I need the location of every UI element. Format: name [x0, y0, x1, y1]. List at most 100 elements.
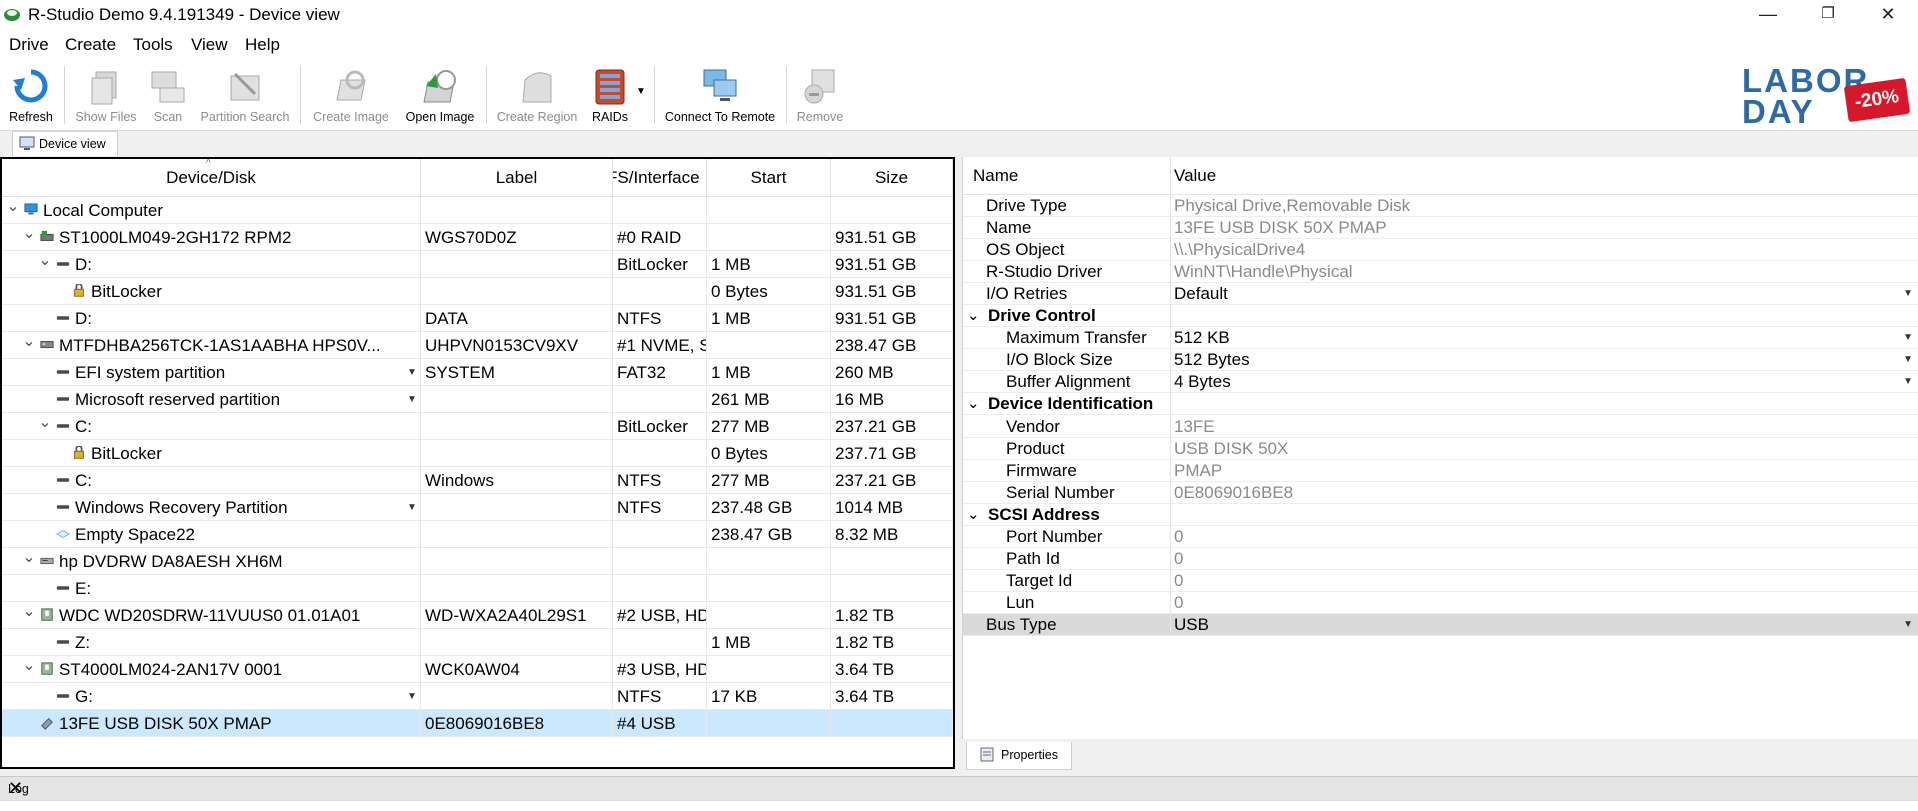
open-image-button[interactable]: Open Image	[400, 64, 480, 126]
expand-chevron-icon[interactable]: ⌄	[967, 393, 980, 415]
remove-button[interactable]: Remove	[792, 64, 848, 126]
tree-row-bitlocker[interactable]: BitLocker 0 Bytes 237.71 GB	[2, 440, 953, 467]
row-dropdown-arrow-icon[interactable]: ▼	[407, 494, 417, 521]
property-row-name[interactable]: Name 13FE USB DISK 50X PMAP	[963, 217, 1918, 240]
maximize-button[interactable]: ❐	[1800, 0, 1856, 30]
tree-row-local-computer[interactable]: ⌄ Local Computer	[2, 197, 953, 224]
close-button[interactable]: ✕	[1860, 0, 1916, 30]
property-group-device-identification[interactable]: ⌄ Device Identification	[963, 393, 1918, 416]
log-close-button[interactable]: ✕	[8, 778, 1910, 799]
menu-view[interactable]: View	[191, 35, 228, 55]
expand-chevron-icon[interactable]: ⌄	[967, 305, 980, 327]
expand-chevron-icon[interactable]: ⌄	[22, 224, 36, 251]
row-dropdown-arrow-icon[interactable]: ▼	[407, 386, 417, 413]
row-dropdown-arrow-icon[interactable]: ▼	[407, 359, 417, 386]
property-row-vendor[interactable]: Vendor 13FE	[963, 415, 1918, 438]
value-dropdown-arrow-icon[interactable]: ▼	[1903, 327, 1913, 349]
column-header-name[interactable]: Name	[973, 157, 1018, 195]
row-dropdown-arrow-icon[interactable]: ▼	[407, 683, 417, 710]
property-row-os-object[interactable]: OS Object \\.\PhysicalDrive4	[963, 239, 1918, 262]
menu-create[interactable]: Create	[65, 35, 116, 55]
value-dropdown-arrow-icon[interactable]: ▼	[1903, 283, 1913, 305]
property-row-maximum-transfer[interactable]: Maximum Transfer 512 KB ▼	[963, 327, 1918, 350]
raids-dropdown-arrow[interactable]: ▼	[636, 86, 646, 97]
property-row-path-id[interactable]: Path Id 0	[963, 547, 1918, 570]
raids-button[interactable]: RAIDs	[586, 64, 634, 126]
property-row-target-id[interactable]: Target Id 0	[963, 569, 1918, 592]
property-value: 0	[1174, 548, 1184, 568]
partition-search-button[interactable]: Partition Search	[196, 64, 294, 126]
column-header-start[interactable]: Start	[707, 159, 831, 197]
property-value[interactable]: Default	[1174, 283, 1228, 305]
expand-chevron-icon[interactable]: ⌄	[967, 504, 980, 526]
tree-row-c[interactable]: ⌄ C: BitLocker 277 MB 237.21 GB	[2, 413, 953, 440]
value-dropdown-arrow-icon[interactable]: ▼	[1903, 614, 1913, 636]
tab-device-view[interactable]: Device view	[12, 131, 118, 156]
property-value[interactable]: 4 Bytes	[1174, 371, 1231, 393]
tab-properties[interactable]: Properties	[966, 742, 1072, 770]
scan-button[interactable]: Scan	[146, 64, 190, 126]
tree-row-microsoft-reserved-partition[interactable]: Microsoft reserved partition ▼ 261 MB 16 MB	[2, 386, 953, 413]
expand-chevron-icon[interactable]: ⌄	[22, 656, 36, 683]
menu-drive[interactable]: Drive	[9, 35, 49, 55]
tree-row-hp-dvdrw-da8aesh-xh6m[interactable]: ⌄ hp DVDRW DA8AESH XH6M	[2, 548, 953, 575]
property-value[interactable]: USB	[1174, 614, 1209, 636]
column-header-device[interactable]: Device/Disk ^	[2, 159, 421, 197]
value-dropdown-arrow-icon[interactable]: ▼	[1903, 371, 1913, 393]
property-row-serial-number[interactable]: Serial Number 0E8069016BE8	[963, 481, 1918, 504]
menu-tools[interactable]: Tools	[133, 35, 173, 55]
minimize-button[interactable]: —	[1740, 0, 1796, 30]
tree-row-z[interactable]: Z: 1 MB 1.82 TB	[2, 629, 953, 656]
property-row-bus-type[interactable]: Bus Type USB ▼	[963, 613, 1918, 636]
tree-row-efi-system-partition[interactable]: EFI system partition ▼ SYSTEM FAT32 1 MB 260 …	[2, 359, 953, 386]
tree-row-g[interactable]: G: ▼ NTFS 17 KB 3.64 TB	[2, 683, 953, 710]
expand-chevron-icon[interactable]: ⌄	[22, 332, 36, 359]
tree-row-windows-recovery-partition[interactable]: Windows Recovery Partition ▼ NTFS 237.48 GB…	[2, 494, 953, 521]
property-value: 0	[1174, 526, 1184, 546]
expand-chevron-icon[interactable]: ⌄	[6, 197, 20, 224]
property-group-drive-control[interactable]: ⌄ Drive Control	[963, 305, 1918, 328]
fs-cell: BitLocker	[613, 413, 707, 440]
menu-help[interactable]: Help	[245, 35, 280, 55]
property-row-lun[interactable]: Lun 0	[963, 591, 1918, 614]
tree-row-d[interactable]: ⌄ D: BitLocker 1 MB 931.51 GB	[2, 251, 953, 278]
labor-day-promo[interactable]: LABOR DAY -20%	[1742, 64, 1912, 129]
property-row-i-o-retries[interactable]: I/O Retries Default ▼	[963, 283, 1918, 306]
expand-chevron-icon[interactable]: ⌄	[38, 413, 52, 440]
property-row-firmware[interactable]: Firmware PMAP	[963, 459, 1918, 482]
tree-row-st4000lm024-2an17v-0001[interactable]: ⌄ ST4000LM024-2AN17V 0001 WCK0AW04 #3 USB, …	[2, 656, 953, 683]
value-dropdown-arrow-icon[interactable]: ▼	[1903, 349, 1913, 371]
create-region-button[interactable]: Create Region	[492, 64, 582, 126]
column-header-value[interactable]: Value	[1174, 157, 1216, 195]
label-cell: SYSTEM	[421, 359, 613, 386]
property-row-i-o-block-size[interactable]: I/O Block Size 512 Bytes ▼	[963, 349, 1918, 372]
tree-row-d[interactable]: D: DATA NTFS 1 MB 931.51 GB	[2, 305, 953, 332]
property-value[interactable]: 512 Bytes	[1174, 349, 1250, 371]
tree-row-c[interactable]: C: Windows NTFS 277 MB 237.21 GB	[2, 467, 953, 494]
property-row-buffer-alignment[interactable]: Buffer Alignment 4 Bytes ▼	[963, 371, 1918, 394]
tree-row-e[interactable]: E:	[2, 575, 953, 602]
tree-row-bitlocker[interactable]: BitLocker 0 Bytes 931.51 GB	[2, 278, 953, 305]
tree-row-mtfdhba256tck-1as1aabha-hps0v[interactable]: ⌄ MTFDHBA256TCK-1AS1AABHA HPS0V... UHPVN01…	[2, 332, 953, 359]
tree-row-wdc-wd20sdrw-11vuus0-01-01a01[interactable]: ⌄ WDC WD20SDRW-11VUUS0 01.01A01 WD-WXA2A40…	[2, 602, 953, 629]
tree-row-empty-space22[interactable]: Empty Space22 238.47 GB 8.32 MB	[2, 521, 953, 548]
show-files-button[interactable]: Show Files	[70, 64, 142, 126]
tree-row-st1000lm049-2gh172-rpm2[interactable]: ⌄ ST1000LM049-2GH172 RPM2 WGS70D0Z #0 RAID 9…	[2, 224, 953, 251]
device-name: BitLocker	[91, 282, 162, 301]
refresh-button[interactable]: Refresh	[2, 64, 60, 126]
property-group-scsi-address[interactable]: ⌄ SCSI Address	[963, 503, 1918, 526]
expand-chevron-icon[interactable]: ⌄	[22, 548, 36, 575]
expand-chevron-icon[interactable]: ⌄	[38, 251, 52, 278]
connect-to-remote-button[interactable]: Connect To Remote	[660, 64, 780, 126]
property-row-port-number[interactable]: Port Number 0	[963, 525, 1918, 548]
property-row-r-studio-driver[interactable]: R-Studio Driver WinNT\Handle\Physical	[963, 261, 1918, 284]
expand-chevron-icon[interactable]: ⌄	[22, 602, 36, 629]
column-header-fs-interface[interactable]: FS/Interface	[613, 159, 707, 197]
property-row-drive-type[interactable]: Drive Type Physical Drive,Removable Disk	[963, 195, 1918, 217]
property-row-product[interactable]: Product USB DISK 50X	[963, 437, 1918, 460]
column-header-label[interactable]: Label	[421, 159, 613, 197]
tree-row-13fe-usb-disk-50x-pmap[interactable]: 13FE USB DISK 50X PMAP 0E8069016BE8 #4 USB	[2, 710, 953, 737]
create-image-button[interactable]: Create Image	[306, 64, 396, 126]
column-header-size[interactable]: Size	[831, 159, 953, 197]
property-value[interactable]: 512 KB	[1174, 327, 1230, 349]
